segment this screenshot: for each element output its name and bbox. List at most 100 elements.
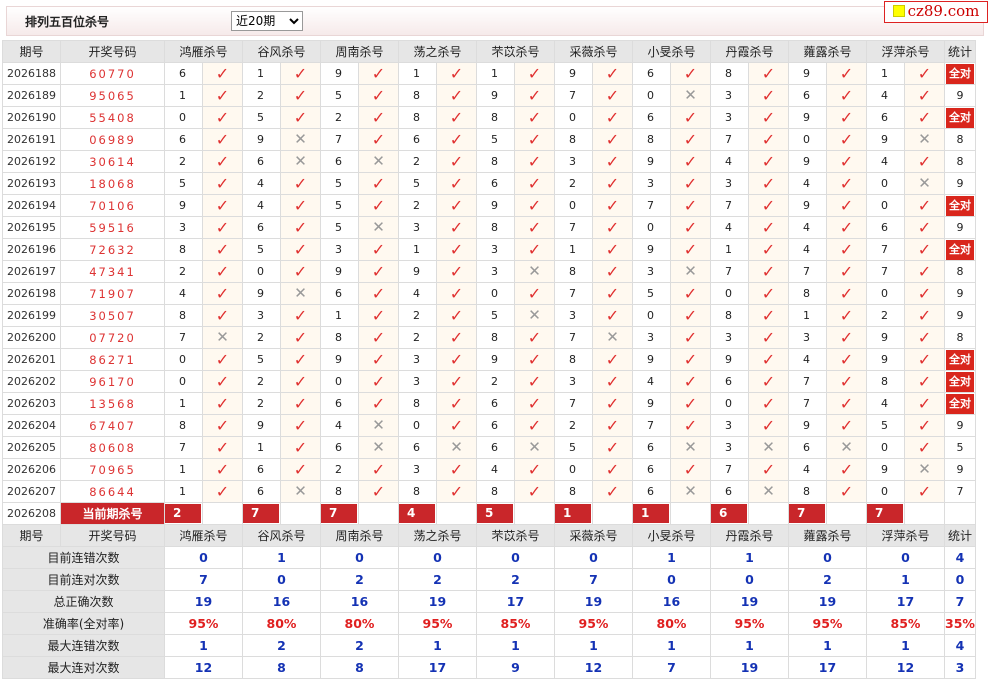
result-mark-cell: ✓ xyxy=(202,260,243,283)
kill-number-cell: 1 xyxy=(554,238,593,261)
result-mark-cell: ✕ xyxy=(514,260,555,283)
check-icon: ✓ xyxy=(293,217,308,237)
result-mark-cell: ✓ xyxy=(436,128,477,151)
kill-number-cell: 7 xyxy=(710,128,749,151)
cross-icon: ✕ xyxy=(294,152,307,170)
result-mark-cell: ✓ xyxy=(436,238,477,261)
check-icon: ✓ xyxy=(839,393,854,413)
stats-value: 95% xyxy=(554,612,633,635)
kill-number-cell: 1 xyxy=(164,480,203,503)
stats-value: 80% xyxy=(320,612,399,635)
col-header-expert: 蕹露杀号 xyxy=(788,524,867,547)
result-mark-cell: ✓ xyxy=(904,238,945,261)
result-mark-cell: ✓ xyxy=(748,348,789,371)
site-logo[interactable]: cz89.com xyxy=(884,1,988,23)
result-mark-cell: ✓ xyxy=(592,150,633,173)
kill-number-cell: 6 xyxy=(242,150,281,173)
result-mark-cell: ✓ xyxy=(826,84,867,107)
result-mark-cell: ✓ xyxy=(436,194,477,217)
check-icon: ✓ xyxy=(683,63,698,83)
result-mark-cell: ✓ xyxy=(280,348,321,371)
draw-number-cell: 70965 xyxy=(60,458,165,481)
result-mark-cell: ✓ xyxy=(514,370,555,393)
check-icon: ✓ xyxy=(449,107,464,127)
check-icon: ✓ xyxy=(371,481,386,501)
stats-value: 2 xyxy=(398,568,477,591)
kill-number-cell: 4 xyxy=(164,282,203,305)
stats-value: 0 xyxy=(398,546,477,569)
result-mark-cell: ✓ xyxy=(670,216,711,239)
table-row: 2026199 30507 8 ✓ 3 ✓ 1 ✓ 2 ✓ 5 ✕ 3 ✓ 0 ✓ 8 ✓ 1 ✓ 2 ✓ 9 xyxy=(2,304,976,327)
table-row: 2026203 13568 1 ✓ 2 ✓ 6 ✓ 8 ✓ 6 ✓ 7 ✓ 9 ✓ 0 ✓ 7 ✓ 4 ✓ 全对 xyxy=(2,392,976,415)
stat-cell: 全对 xyxy=(944,194,976,217)
result-mark-cell: ✕ xyxy=(436,436,477,459)
result-mark-cell: ✓ xyxy=(514,326,555,349)
result-mark-cell: ✕ xyxy=(592,326,633,349)
check-icon: ✓ xyxy=(683,393,698,413)
result-mark-cell: ✓ xyxy=(280,62,321,85)
result-mark-cell: ✓ xyxy=(904,216,945,239)
col-header-expert: 蕹露杀号 xyxy=(788,40,867,63)
kill-number-cell: 3 xyxy=(710,414,749,437)
current-stat-blank xyxy=(944,502,976,525)
check-icon: ✓ xyxy=(527,63,542,83)
check-icon: ✓ xyxy=(605,261,620,281)
result-mark-cell: ✓ xyxy=(670,348,711,371)
result-mark-cell: ✓ xyxy=(670,106,711,129)
check-icon: ✓ xyxy=(449,283,464,303)
check-icon: ✓ xyxy=(215,393,230,413)
period-select[interactable]: 近20期 xyxy=(231,11,303,31)
check-icon: ✓ xyxy=(761,239,776,259)
result-mark-cell: ✓ xyxy=(670,62,711,85)
result-mark-cell: ✓ xyxy=(202,348,243,371)
cross-icon: ✕ xyxy=(918,460,931,478)
kill-number-cell: 6 xyxy=(398,436,437,459)
kill-number-cell: 2 xyxy=(242,370,281,393)
kill-number-cell: 8 xyxy=(320,480,359,503)
result-mark-cell: ✓ xyxy=(358,172,399,195)
kill-number-cell: 0 xyxy=(866,436,905,459)
check-icon: ✓ xyxy=(761,151,776,171)
result-mark-cell: ✓ xyxy=(358,238,399,261)
kill-number-cell: 7 xyxy=(710,194,749,217)
check-icon: ✓ xyxy=(683,129,698,149)
result-mark-cell: ✓ xyxy=(202,194,243,217)
stats-value: 1 xyxy=(398,634,477,657)
result-mark-cell: ✓ xyxy=(592,216,633,239)
all-correct-badge: 全对 xyxy=(946,107,974,128)
check-icon: ✓ xyxy=(761,63,776,83)
result-mark-cell: ✓ xyxy=(436,414,477,437)
check-icon: ✓ xyxy=(761,107,776,127)
result-mark-cell: ✓ xyxy=(514,414,555,437)
stats-value: 1 xyxy=(164,634,243,657)
result-mark-cell: ✓ xyxy=(358,194,399,217)
col-header-expert: 荡之杀号 xyxy=(398,524,477,547)
kill-number-cell: 2 xyxy=(242,392,281,415)
stats-value: 0 xyxy=(554,546,633,569)
stats-value: 7 xyxy=(164,568,243,591)
check-icon: ✓ xyxy=(293,239,308,259)
result-mark-cell: ✓ xyxy=(358,128,399,151)
result-mark-cell: ✓ xyxy=(514,172,555,195)
stats-value: 0 xyxy=(632,568,711,591)
cross-icon: ✕ xyxy=(918,174,931,192)
kill-number-cell: 9 xyxy=(632,348,671,371)
result-mark-cell: ✓ xyxy=(358,282,399,305)
cross-icon: ✕ xyxy=(528,262,541,280)
result-mark-cell: ✓ xyxy=(826,414,867,437)
result-mark-cell: ✓ xyxy=(280,238,321,261)
col-header-stat: 统计 xyxy=(944,40,976,63)
kill-number-cell: 0 xyxy=(866,282,905,305)
cross-icon: ✕ xyxy=(918,130,931,148)
stats-row: 最大连错次数 1 2 2 1 1 1 1 1 1 1 4 xyxy=(2,634,976,657)
stats-row: 目前连错次数 0 1 0 0 0 0 1 1 0 0 4 xyxy=(2,546,976,569)
kill-number-cell: 5 xyxy=(320,84,359,107)
stats-value: 95% xyxy=(710,612,789,635)
result-mark-cell: ✓ xyxy=(592,348,633,371)
check-icon: ✓ xyxy=(215,415,230,435)
kill-number-cell: 2 xyxy=(242,326,281,349)
cross-icon: ✕ xyxy=(684,482,697,500)
stat-cell: 全对 xyxy=(944,62,976,85)
current-kill-label: 当前期杀号 xyxy=(60,502,165,525)
check-icon: ✓ xyxy=(839,305,854,325)
